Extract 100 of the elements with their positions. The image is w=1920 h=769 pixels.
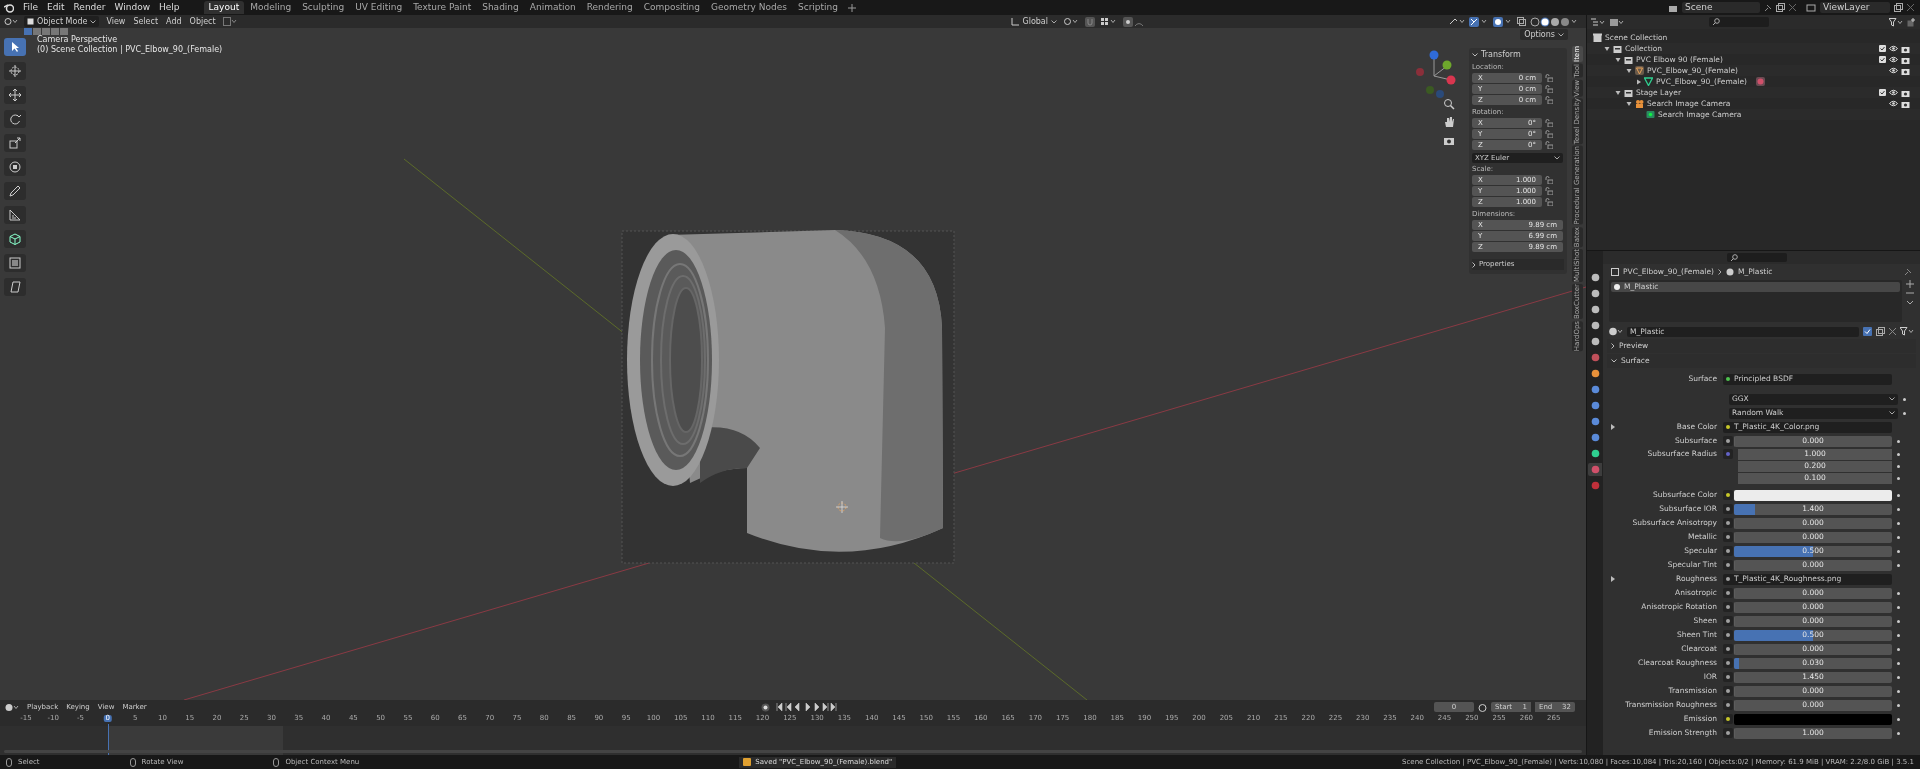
- camera-data-icon: [1646, 110, 1655, 119]
- workspace-tab[interactable]: Geometry Nodes: [706, 1, 792, 14]
- pencil-icon: [8, 184, 22, 198]
- ruler-icon: [8, 208, 22, 222]
- proportional-edit-icon: [1123, 16, 1143, 27]
- origin-marker-icon: [835, 500, 849, 514]
- menu-item[interactable]: View: [105, 17, 127, 26]
- gizmo-toggle-icon: [1469, 16, 1489, 27]
- blender-logo-icon: [4, 2, 14, 13]
- eye-icon: [1889, 89, 1898, 96]
- xray-icon: [1517, 17, 1526, 26]
- square-icon: [8, 256, 22, 270]
- keyframe-dot-icon: [1896, 633, 1900, 637]
- search-icon: [1730, 253, 1738, 262]
- scene-field[interactable]: Scene: [1682, 2, 1760, 13]
- mouse-left-icon: [6, 757, 12, 767]
- filter-icon: [1900, 327, 1914, 336]
- keyframe-dot-icon: [1896, 452, 1900, 456]
- workspace-tab[interactable]: Compositing: [638, 1, 706, 14]
- orientation-dropdown[interactable]: Global: [1011, 17, 1057, 26]
- caret-icon: [1906, 298, 1914, 306]
- workspace-tab[interactable]: Shading: [477, 1, 524, 14]
- snap-icon: [222, 17, 237, 26]
- workspace-tab[interactable]: Layout: [203, 1, 245, 14]
- shading-modes-icon: [1530, 16, 1578, 27]
- remove-icon: [1906, 289, 1914, 297]
- fake-user-shield-icon: [1863, 327, 1872, 336]
- panel-title[interactable]: Transform: [1481, 50, 1521, 59]
- crosshair-icon: [8, 64, 22, 78]
- mode-dropdown[interactable]: Object Mode: [24, 16, 100, 27]
- keyframe-dot-icon: [1896, 549, 1900, 553]
- tool-button[interactable]: [4, 38, 26, 56]
- keyframe-dot-icon: [1902, 411, 1906, 415]
- keyframe-dot-icon: [1896, 703, 1900, 707]
- menu-item[interactable]: Object: [188, 17, 217, 26]
- triangle-object-icon: [1635, 66, 1644, 75]
- menu-item[interactable]: Render: [73, 3, 106, 12]
- menu-item[interactable]: Add: [165, 17, 183, 26]
- color-swatch[interactable]: [1734, 489, 1892, 501]
- visibility-icon: [1449, 17, 1465, 26]
- color-swatch[interactable]: [1734, 713, 1892, 725]
- workspace-tab[interactable]: Texture Paint: [408, 1, 477, 14]
- collection-box-icon: [1593, 33, 1602, 42]
- search-field[interactable]: [1709, 17, 1769, 27]
- checkbox-icon: [1879, 56, 1886, 63]
- shear-icon: [8, 280, 22, 294]
- pan-hand-icon: [1443, 116, 1455, 128]
- tool-button[interactable]: [4, 158, 26, 176]
- tool-button[interactable]: [4, 110, 26, 128]
- keyframe-dot-icon: [1896, 439, 1900, 443]
- tool-tab-icon: [1590, 273, 1600, 282]
- info-icon: [743, 758, 752, 766]
- keyframe-dot-icon: [1896, 619, 1900, 623]
- copy-icon: [1776, 3, 1785, 12]
- physics-tab-icon: [1590, 417, 1600, 426]
- axis-gizmo-drawing: [1416, 50, 1456, 98]
- tool-button[interactable]: [4, 230, 26, 248]
- menu-item[interactable]: Edit: [47, 3, 65, 12]
- workspace-tab[interactable]: Modeling: [245, 1, 297, 14]
- menu-item[interactable]: Select: [132, 17, 160, 26]
- tool-button[interactable]: [4, 86, 26, 104]
- search-icon: [1712, 18, 1720, 26]
- menu-item[interactable]: File: [23, 3, 39, 12]
- workspace-tab[interactable]: Animation: [524, 1, 581, 14]
- workspace-tab[interactable]: Scripting: [792, 1, 843, 14]
- options-dropdown[interactable]: Options: [1520, 29, 1568, 40]
- cube-icon: [8, 232, 22, 246]
- material-tab-icon: [1590, 465, 1600, 474]
- search-field[interactable]: [1727, 253, 1787, 262]
- keyframe-dot-icon: [1896, 563, 1900, 567]
- tool-button[interactable]: [4, 254, 26, 272]
- keyframe-dot-icon: [1896, 476, 1900, 480]
- camera-object-icon: [1635, 99, 1644, 108]
- view-layer-field[interactable]: ViewLayer: [1820, 2, 1890, 13]
- tool-button[interactable]: [4, 182, 26, 200]
- keyframe-dot-icon: [1896, 661, 1900, 665]
- tool-button[interactable]: [4, 206, 26, 224]
- pivot-icon: [1063, 17, 1079, 26]
- object-tab-icon: [1590, 369, 1600, 378]
- pin-icon: [1764, 3, 1772, 12]
- viewport-info-text: (0) Scene Collection | PVC_Elbow_90_(Female): [37, 46, 223, 54]
- modifiers-tab-icon: [1590, 385, 1600, 394]
- new-collection-icon: [1907, 17, 1916, 27]
- tool-button[interactable]: [4, 134, 26, 152]
- keyframe-dot-icon: [1896, 591, 1900, 595]
- keyframe-dot-icon: [1896, 717, 1900, 721]
- workspace-tab[interactable]: Rendering: [581, 1, 638, 14]
- constraints-tab-icon: [1590, 433, 1600, 442]
- texture-tab-icon: [1590, 481, 1600, 490]
- menu-item[interactable]: Window: [114, 3, 151, 12]
- workspace-tab[interactable]: Sculpting: [297, 1, 350, 14]
- menu-item[interactable]: Help: [159, 3, 180, 12]
- view-layer-icon: [1806, 2, 1816, 13]
- view-layer-tab-icon: [1590, 321, 1600, 330]
- mouse-right-icon: [273, 757, 280, 767]
- tool-button[interactable]: [4, 278, 26, 296]
- material-sphere-icon: [1725, 268, 1734, 276]
- output-tab-icon: [1590, 305, 1600, 314]
- tool-button[interactable]: [4, 62, 26, 80]
- workspace-tab[interactable]: UV Editing: [350, 1, 408, 14]
